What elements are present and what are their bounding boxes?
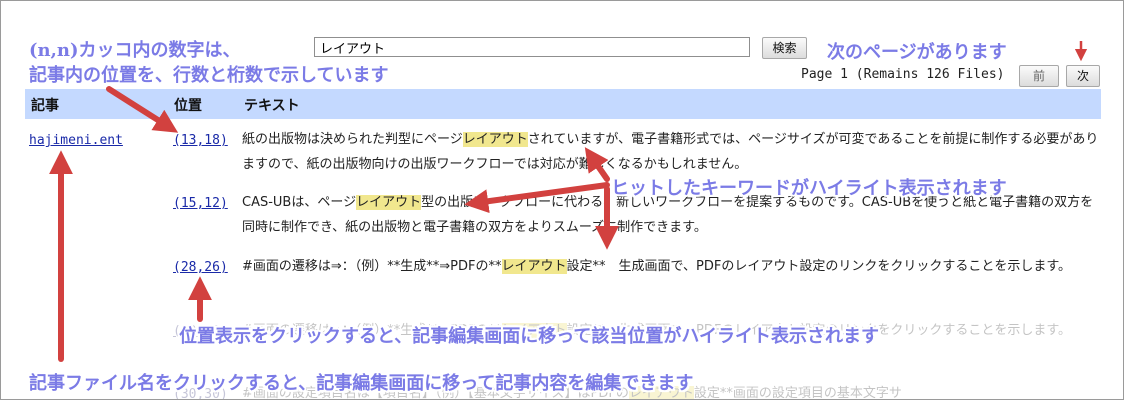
prev-page-button[interactable]: 前 <box>1019 65 1059 87</box>
table-row: 紙の出版物は決められた判型にページレイアウトされていますが、電子書籍形式では、ペ… <box>242 127 1102 177</box>
next-page-button[interactable]: 次 <box>1066 65 1100 87</box>
keyword-highlight: レイアウト <box>501 259 567 274</box>
header-article: 記事 <box>31 98 59 114</box>
search-button[interactable]: 検索 <box>762 37 807 59</box>
header-position: 位置 <box>174 98 202 114</box>
highlight-note: ヒットしたキーワードがハイライト表示されます <box>611 178 1007 199</box>
search-results-screen: 検索 Page 1 (Remains 126 Files) 前 次 記事 位置 … <box>0 0 1124 400</box>
keyword-highlight: レイアウト <box>462 132 528 147</box>
keyword-highlight: レイアウト <box>356 195 422 210</box>
text-before: 紙の出版物は決められた判型にページ <box>242 132 463 147</box>
position-link-3[interactable]: (28,26) <box>173 260 228 275</box>
table-header: 記事 位置 テキスト <box>25 89 1101 119</box>
position-note-line2: 記事内の位置を、行数と桁数で示しています <box>29 65 389 86</box>
search-input[interactable] <box>314 37 750 57</box>
position-link-2[interactable]: (15,12) <box>173 196 228 211</box>
position-link-1[interactable]: (13,18) <box>173 133 228 148</box>
text-after: 設定** 生成画面で、PDFのレイアウト設定のリンクをクリックすることを示します… <box>566 259 1072 274</box>
page-info: Page 1 (Remains 126 Files) <box>801 67 1005 82</box>
article-link[interactable]: hajimeni.ent <box>29 133 123 148</box>
text-after: 設定**画面の設定項目の基本文字サ <box>693 386 902 400</box>
text-before: #画面の遷移は⇒：（例）**生成**⇒PDFの** <box>242 259 502 274</box>
click-article-note: 記事ファイル名をクリックすると、記事編集画面に移って記事内容を編集できます <box>29 373 694 394</box>
table-row: #画面の遷移は⇒：（例）**生成**⇒PDFの**レイアウト設定** 生成画面で… <box>242 254 1102 279</box>
click-position-note: 位置表示をクリックすると、記事編集画面に移って該当位置がハイライト表示されます <box>179 326 880 347</box>
next-page-note: 次のページがあります <box>827 42 1007 63</box>
position-note-line1: (n,n)カッコ内の数字は、 <box>29 40 241 61</box>
header-text: テキスト <box>244 98 300 114</box>
text-before: CAS-UBは、ページ <box>242 195 357 210</box>
